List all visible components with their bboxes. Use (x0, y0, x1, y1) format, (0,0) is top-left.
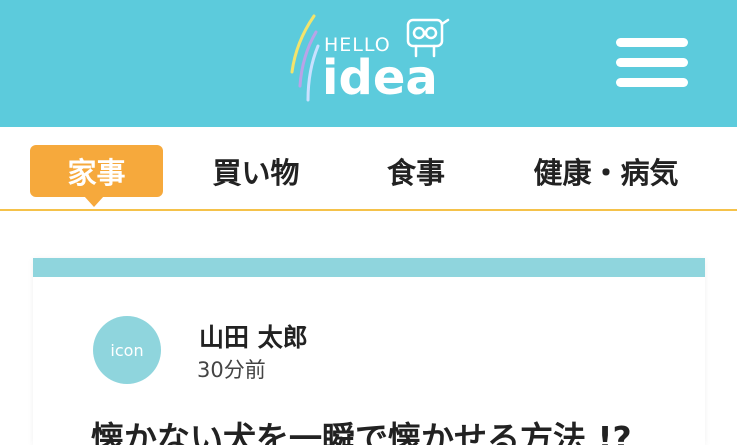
avatar[interactable]: icon (93, 316, 161, 384)
avatar-label: icon (110, 340, 144, 360)
tab-label: 買い物 (212, 156, 300, 190)
tab-label: 家事 (67, 156, 126, 190)
author-name[interactable]: 山田 太郎 (199, 318, 308, 354)
tab-housework[interactable]: 家事 (30, 145, 163, 197)
card-accent-bar (33, 258, 705, 277)
tab-label: 健康・病気 (533, 156, 679, 190)
post-title[interactable]: 懐かない犬を一瞬で懐かせる方法 !? (91, 412, 632, 445)
tab-health[interactable]: 健康・病気 (520, 145, 692, 197)
app-screen: HELLO idea 家事 買い物 食事 健康・病気 icon 山田 太郎 30… (0, 0, 737, 445)
hamburger-menu-bar (616, 78, 688, 87)
post-timestamp: 30分前 (197, 358, 266, 382)
hamburger-menu-bar (616, 58, 688, 67)
active-tab-pointer (84, 196, 104, 207)
category-tabs: 家事 買い物 食事 健康・病気 (0, 127, 737, 211)
hamburger-menu-icon (616, 38, 688, 47)
post-card[interactable]: icon 山田 太郎 30分前 懐かない犬を一瞬で懐かせる方法 !? (33, 258, 705, 445)
tab-label: 食事 (386, 156, 445, 190)
app-header: HELLO idea (0, 0, 737, 127)
hamburger-menu-button[interactable] (613, 36, 691, 90)
tab-meals[interactable]: 食事 (370, 145, 462, 197)
hello-idea-logo[interactable]: HELLO idea (286, 12, 456, 108)
logo-idea-text: idea (322, 50, 438, 106)
tab-shopping[interactable]: 買い物 (198, 145, 314, 197)
